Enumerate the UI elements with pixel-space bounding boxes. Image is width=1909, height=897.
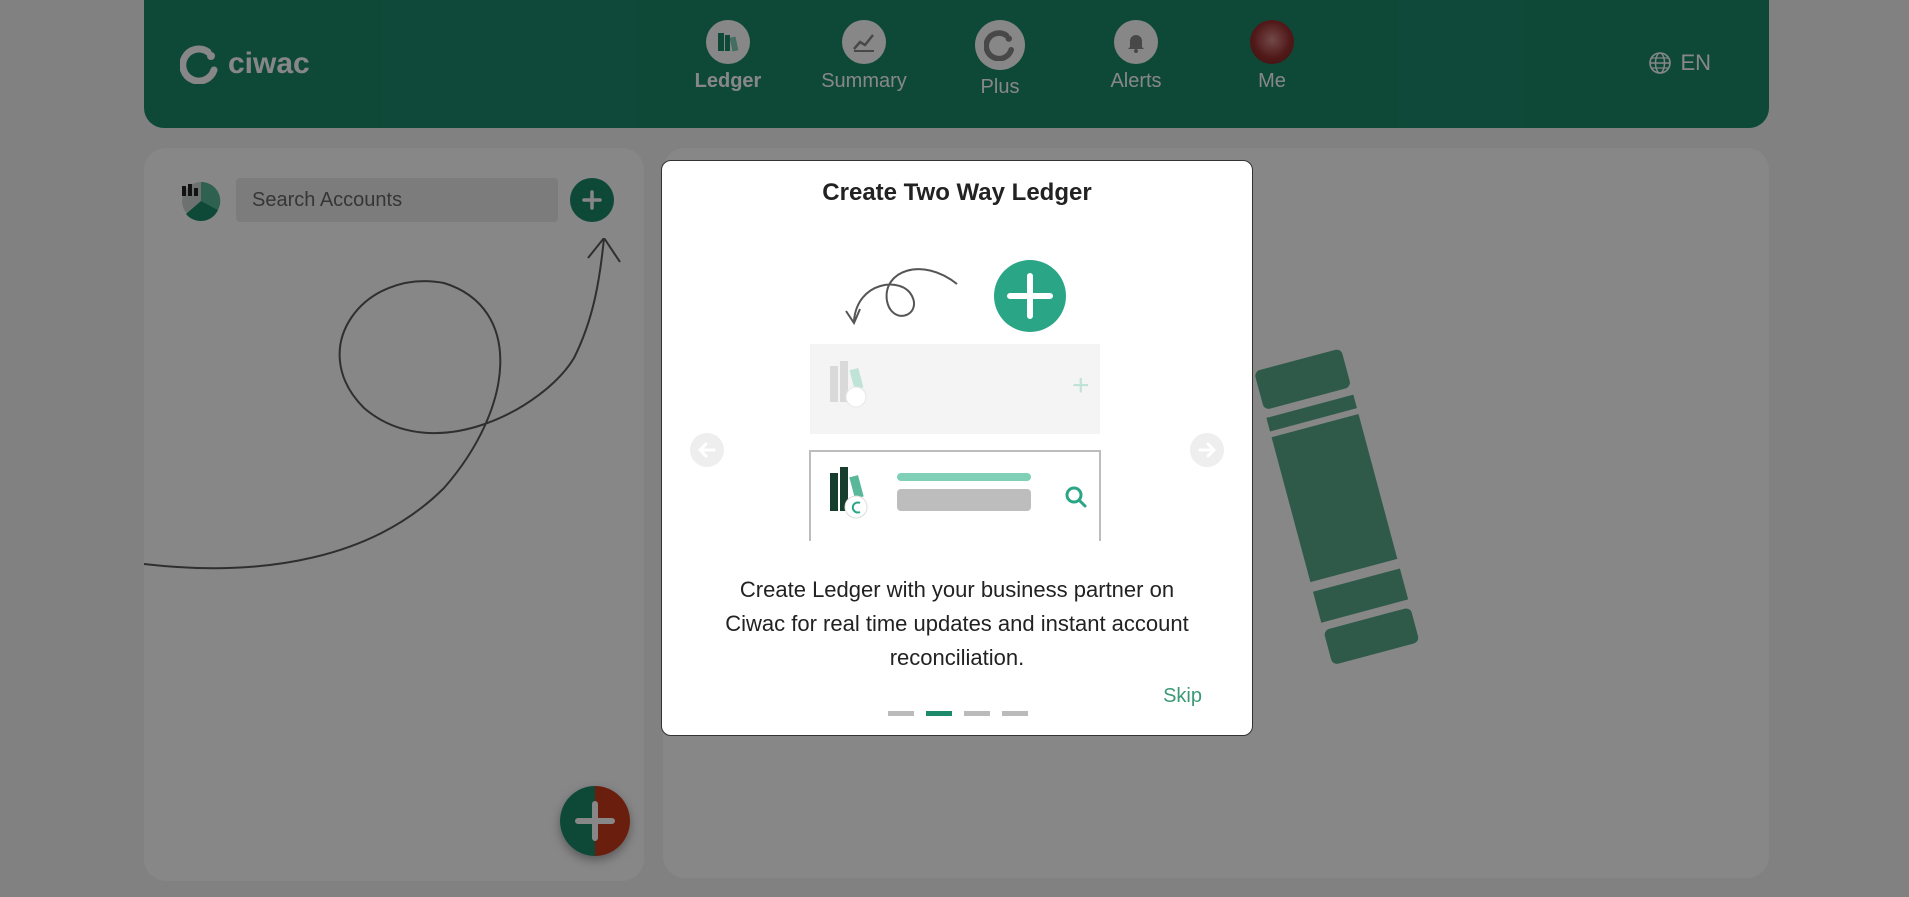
prev-slide-button[interactable] <box>690 433 724 467</box>
slide-dot-2[interactable] <box>926 711 952 716</box>
arrow-left-icon <box>697 442 716 458</box>
slide-dot-1[interactable] <box>888 711 914 716</box>
create-ledger-illustration: + <box>809 260 1101 541</box>
modal-title: Create Two Way Ledger <box>822 179 1092 206</box>
skip-button[interactable]: Skip <box>1163 685 1202 708</box>
next-slide-button[interactable] <box>1190 433 1224 467</box>
slide-indicator <box>888 711 1028 716</box>
modal-description: Create Ledger with your business partner… <box>725 577 1189 670</box>
svg-text:+: + <box>1072 369 1090 402</box>
onboarding-modal: Create Two Way Ledger + Create Ledger wi… <box>661 160 1253 736</box>
arrow-right-icon <box>1198 442 1217 458</box>
slide-dot-4[interactable] <box>1002 711 1028 716</box>
slide-dot-3[interactable] <box>964 711 990 716</box>
